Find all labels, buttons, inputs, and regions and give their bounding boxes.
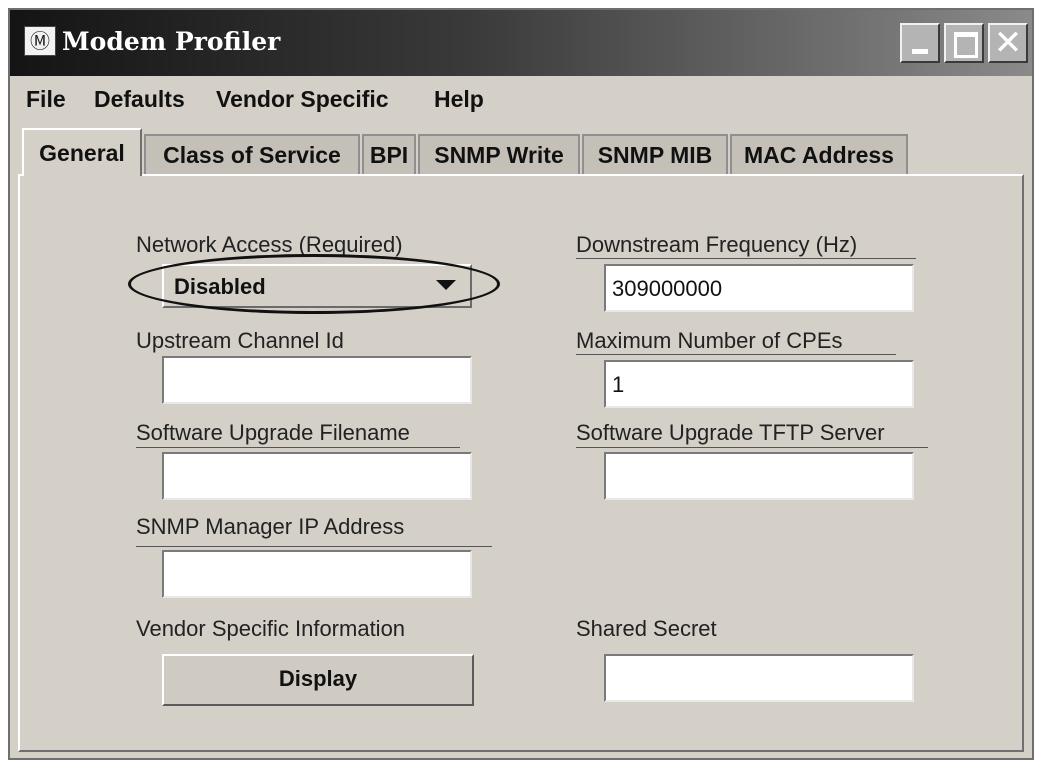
maximize-icon <box>954 32 978 58</box>
label-underline <box>136 546 492 547</box>
upstream-channel-id-field[interactable] <box>162 356 472 404</box>
close-button[interactable]: ✕ <box>988 23 1028 63</box>
max-cpes-field[interactable]: 1 <box>604 360 914 408</box>
software-upgrade-filename-label: Software Upgrade Filename <box>136 420 410 445</box>
tab-general[interactable]: General <box>22 128 142 176</box>
tab-bpi[interactable]: BPI <box>362 134 416 174</box>
downstream-frequency-field[interactable]: 309000000 <box>604 264 914 312</box>
tab-snmp-write[interactable]: SNMP Write <box>418 134 580 174</box>
tftp-server-field[interactable] <box>604 452 914 500</box>
software-upgrade-filename-field[interactable] <box>162 452 472 500</box>
label-underline <box>576 447 928 448</box>
menu-file[interactable]: File <box>26 86 66 113</box>
window-title: Modem Profiler <box>62 27 281 56</box>
menu-defaults[interactable]: Defaults <box>94 86 185 113</box>
motorola-logo-icon: Ⓜ <box>24 26 56 56</box>
tftp-server-label: Software Upgrade TFTP Server <box>576 420 885 445</box>
highlight-ellipse <box>128 254 500 314</box>
tab-class-of-service[interactable]: Class of Service <box>144 134 360 174</box>
close-icon: ✕ <box>993 23 1023 63</box>
tab-strip: General Class of Service BPI SNMP Write … <box>10 128 1032 176</box>
label-underline <box>136 447 460 448</box>
snmp-manager-ip-label: SNMP Manager IP Address <box>136 514 405 539</box>
shared-secret-label: Shared Secret <box>576 616 717 641</box>
minimize-icon <box>912 49 928 54</box>
label-underline <box>576 354 896 355</box>
max-cpes-label: Maximum Number of CPEs <box>576 328 843 353</box>
menu-bar: File Defaults Vendor Specific Help <box>10 80 1032 120</box>
menu-help[interactable]: Help <box>434 86 484 113</box>
upstream-channel-id-label: Upstream Channel Id <box>136 328 344 353</box>
tab-mac-address[interactable]: MAC Address <box>730 134 908 174</box>
shared-secret-field[interactable] <box>604 654 914 702</box>
minimize-button[interactable] <box>900 23 940 63</box>
maximize-button[interactable] <box>944 23 984 63</box>
title-bar[interactable]: Ⓜ Modem Profiler ✕ <box>10 10 1032 76</box>
label-underline <box>576 258 916 259</box>
downstream-frequency-label: Downstream Frequency (Hz) <box>576 232 858 257</box>
display-button[interactable]: Display <box>162 654 474 706</box>
tab-snmp-mib[interactable]: SNMP MIB <box>582 134 728 174</box>
menu-vendor-specific[interactable]: Vendor Specific <box>216 86 389 113</box>
vendor-specific-info-label: Vendor Specific Information <box>136 616 406 641</box>
snmp-manager-ip-field[interactable] <box>162 550 472 598</box>
